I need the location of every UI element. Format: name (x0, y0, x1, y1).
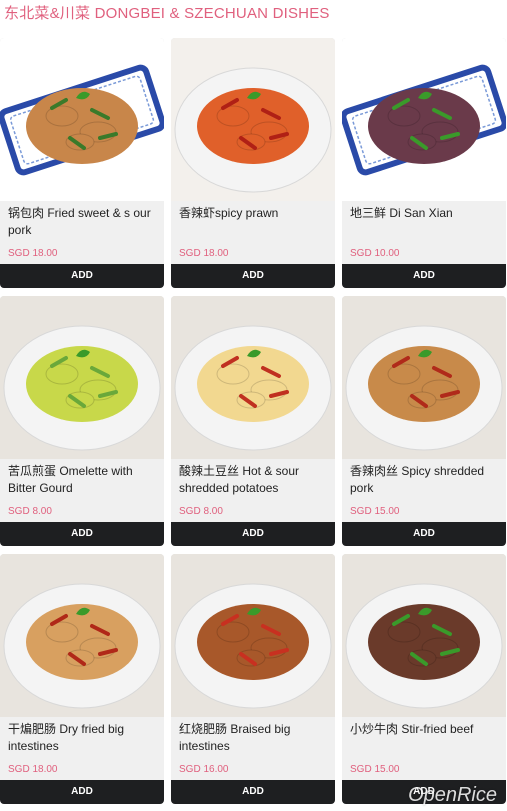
dish-price: SGD 16.00 (179, 764, 229, 775)
dish-card[interactable]: 香辣肉丝 Spicy shredded pork SGD 15.00 ADD (342, 296, 506, 546)
add-button[interactable]: ADD (171, 522, 335, 546)
dish-name: 红烧肥肠 Braised big intestines (179, 722, 291, 753)
add-button[interactable]: ADD (342, 264, 506, 288)
dish-card[interactable]: 酸辣土豆丝 Hot & sour shredded potatoes SGD 8.… (171, 296, 335, 546)
dish-price: SGD 15.00 (350, 506, 400, 517)
dish-price: SGD 18.00 (8, 764, 58, 775)
dish-price: SGD 18.00 (8, 248, 58, 259)
add-button[interactable]: ADD (0, 780, 164, 804)
dish-card[interactable]: 地三鲜 Di San Xian SGD 10.00 ADD (342, 38, 506, 288)
dish-card[interactable]: 小炒牛肉 Stir-fried beef SGD 15.00 ADD (342, 554, 506, 804)
dish-price: SGD 10.00 (350, 248, 400, 259)
add-button[interactable]: ADD (171, 264, 335, 288)
dish-name: 干煸肥肠 Dry fried big intestines (8, 722, 125, 753)
section-title: 东北菜&川菜 DONGBEI & SZECHUAN DISHES (4, 5, 330, 22)
dish-card[interactable]: 香辣虾spicy prawn SGD 18.00 ADD (171, 38, 335, 288)
dish-photo[interactable] (0, 554, 164, 717)
dish-card[interactable]: 红烧肥肠 Braised big intestines SGD 16.00 ADD (171, 554, 335, 804)
openrice-watermark: OpenRice (408, 784, 497, 806)
dish-price: SGD 8.00 (179, 506, 223, 517)
add-button[interactable]: ADD (342, 522, 506, 546)
dish-name: 锅包肉 Fried sweet & s our pork (8, 206, 151, 237)
dish-name: 苦瓜煎蛋 Omelette with Bitter Gourd (8, 464, 133, 495)
dish-name: 香辣虾spicy prawn (179, 206, 279, 220)
dish-photo[interactable] (171, 38, 335, 201)
dish-photo[interactable] (0, 38, 164, 201)
dish-photo[interactable] (171, 296, 335, 459)
dish-photo[interactable] (342, 554, 506, 717)
dish-name: 酸辣土豆丝 Hot & sour shredded potatoes (179, 464, 300, 495)
dish-photo[interactable] (171, 554, 335, 717)
dish-card[interactable]: 锅包肉 Fried sweet & s our pork SGD 18.00 ADD (0, 38, 164, 288)
dish-price: SGD 8.00 (8, 506, 52, 517)
dish-photo[interactable] (0, 296, 164, 459)
dish-photo[interactable] (342, 296, 506, 459)
dish-name: 香辣肉丝 Spicy shredded pork (350, 464, 485, 495)
add-button[interactable]: ADD (0, 264, 164, 288)
add-button[interactable]: ADD (0, 522, 164, 546)
dish-name: 小炒牛肉 Stir-fried beef (350, 722, 474, 736)
dish-card[interactable]: 苦瓜煎蛋 Omelette with Bitter Gourd SGD 8.00 A… (0, 296, 164, 546)
dish-photo[interactable] (342, 38, 506, 201)
dish-card[interactable]: 干煸肥肠 Dry fried big intestines SGD 18.00 AD… (0, 554, 164, 804)
dish-price: SGD 18.00 (179, 248, 229, 259)
dish-price: SGD 15.00 (350, 764, 400, 775)
dish-name: 地三鲜 Di San Xian (350, 206, 453, 220)
add-button[interactable]: ADD (171, 780, 335, 804)
